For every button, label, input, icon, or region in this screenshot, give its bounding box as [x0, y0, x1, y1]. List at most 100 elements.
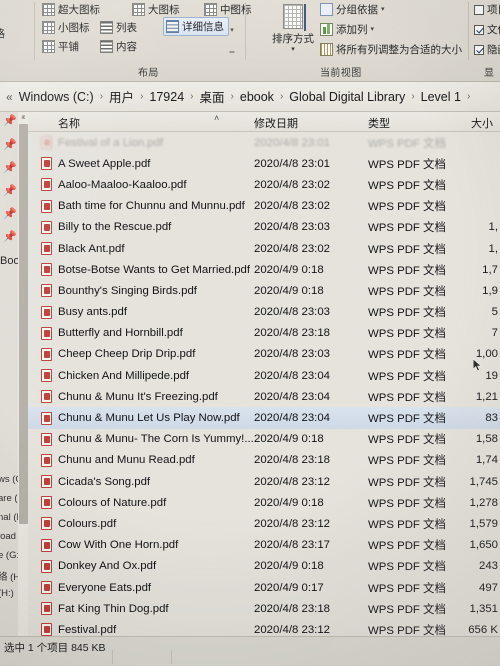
checkbox-unchecked-icon[interactable]: [474, 5, 484, 15]
chevron-up-icon[interactable]: ▴: [230, 4, 234, 11]
file-extensions-option[interactable]: 文件扩展名: [474, 22, 500, 37]
chevron-right-icon[interactable]: ›: [140, 91, 143, 102]
view-gallery-scroll[interactable]: ▴ ▾ ═: [227, 4, 237, 56]
table-row[interactable]: Butterfly and Hornbill.pdf 2020/4/8 23:18…: [28, 323, 500, 344]
view-extra-large-icons[interactable]: 超大图标: [42, 2, 100, 17]
breadcrumb-item-level-1[interactable]: Level 1: [420, 90, 462, 104]
pdf-file-icon: [41, 412, 52, 425]
expand-gallery-icon[interactable]: ═: [230, 49, 235, 56]
file-type-cell: WPS PDF 文档: [368, 283, 446, 299]
table-row[interactable]: A Sweet Apple.pdf 2020/4/8 23:01 WPS PDF 文…: [28, 153, 500, 174]
table-row[interactable]: Colours.pdf 2020/4/8 23:12 WPS PDF 文档 1,579: [28, 513, 500, 534]
add-column-button[interactable]: 添加列 ▾: [320, 22, 374, 37]
column-header-date-modified[interactable]: 修改日期: [254, 115, 298, 131]
table-row[interactable]: Festival.pdf 2020/4/8 23:12 WPS PDF 文档 656 …: [28, 619, 500, 636]
scroll-up-icon[interactable]: ⱏ: [18, 113, 28, 124]
file-name-cell: Botse-Botse Wants to Get Married.pdf: [58, 264, 250, 276]
size-all-columns-button[interactable]: 将所有列调整为合适的大小: [320, 42, 462, 57]
sidebar-item-drive-h2[interactable]: (H:): [0, 588, 14, 599]
breadcrumb-overflow-icon[interactable]: «: [6, 90, 13, 104]
view-large-icons[interactable]: 大图标: [132, 2, 180, 17]
table-row[interactable]: Festival of a Lion.pdf 2020/4/8 23:01 WPS …: [28, 132, 500, 153]
table-row[interactable]: Bath time for Chunnu and Munnu.pdf 2020/4…: [28, 196, 500, 217]
view-content[interactable]: 内容: [100, 39, 137, 54]
file-type-cell: WPS PDF 文档: [368, 389, 446, 405]
chevron-right-icon[interactable]: ›: [100, 91, 103, 102]
table-row[interactable]: Fat King Thin Dog.pdf 2020/4/8 23:18 WPS P…: [28, 598, 500, 619]
chevron-right-icon[interactable]: ›: [190, 91, 193, 102]
table-row[interactable]: Chunu and Munu Read.pdf 2020/4/8 23:18 WPS…: [28, 450, 500, 471]
table-row[interactable]: Chunu & Munu It's Freezing.pdf 2020/4/8 2…: [28, 386, 500, 407]
table-row[interactable]: Chunu & Munu Let Us Play Now.pdf 2020/4/8…: [28, 407, 500, 428]
file-list-pane[interactable]: 名称 ˄ 修改日期 类型 大小 Festival of a Lion.pdf 20…: [28, 112, 500, 636]
breadcrumb-item-users[interactable]: 用户: [108, 87, 135, 106]
file-size-cell: 1,650: [469, 539, 498, 551]
breadcrumb-item-global-digital-library[interactable]: Global Digital Library: [288, 90, 406, 104]
table-row[interactable]: Chicken And Millipede.pdf 2020/4/8 23:04 W…: [28, 365, 500, 386]
breadcrumb-item-desktop[interactable]: 桌面: [199, 87, 226, 106]
chevron-right-icon[interactable]: ›: [280, 91, 283, 102]
hidden-items-option[interactable]: 隐藏的项目: [474, 42, 500, 57]
pdf-file-icon: [41, 327, 52, 340]
column-header-name[interactable]: 名称: [58, 115, 80, 131]
chevron-down-icon[interactable]: ▾: [371, 26, 375, 33]
chevron-right-icon[interactable]: ›: [467, 91, 470, 102]
address-bar[interactable]: « Windows (C:) › 用户 › 17924 › 桌面 › ebook…: [0, 82, 500, 112]
file-type-cell: WPS PDF 文档: [368, 495, 446, 511]
large-icons-icon: [132, 3, 145, 16]
file-type-cell: WPS PDF 文档: [368, 516, 446, 532]
table-row[interactable]: Botse-Botse Wants to Get Married.pdf 2020…: [28, 259, 500, 280]
file-type-cell: WPS PDF 文档: [368, 452, 446, 468]
navigation-pane-label[interactable]: 窗格: [0, 26, 5, 41]
pin-icon[interactable]: 📌: [3, 139, 15, 151]
chevron-down-icon[interactable]: ▾: [291, 46, 295, 53]
mouse-cursor-icon: [473, 359, 482, 372]
breadcrumb[interactable]: « Windows (C:) › 用户 › 17924 › 桌面 › ebook…: [6, 87, 475, 106]
table-row[interactable]: Aaloo-Maaloo-Kaaloo.pdf 2020/4/8 23:02 WPS…: [28, 174, 500, 195]
table-row[interactable]: Billy to the Rescue.pdf 2020/4/8 23:03 WPS…: [28, 217, 500, 238]
pin-icon[interactable]: 📌: [3, 231, 15, 243]
breadcrumb-item-ebook[interactable]: ebook: [239, 90, 275, 104]
breadcrumb-item-windows-c[interactable]: Windows (C:): [18, 90, 95, 104]
scroll-down-icon[interactable]: ⱟ: [18, 624, 28, 635]
chevron-right-icon[interactable]: ›: [231, 91, 234, 102]
table-row[interactable]: Colours of Nature.pdf 2020/4/9 0:18 WPS PD…: [28, 492, 500, 513]
table-row[interactable]: Cow With One Horn.pdf 2020/4/8 23:17 WPS P…: [28, 535, 500, 556]
date-modified-cell: 2020/4/9 0:18: [254, 433, 324, 445]
date-modified-cell: 2020/4/8 23:18: [254, 603, 330, 615]
table-row[interactable]: Black Ant.pdf 2020/4/8 23:02 WPS PDF 文档 1,: [28, 238, 500, 259]
date-modified-cell: 2020/4/8 23:04: [254, 370, 330, 382]
view-tiles[interactable]: 平铺: [42, 39, 79, 54]
view-details[interactable]: 详细信息: [163, 17, 229, 36]
table-row[interactable]: Everyone Eats.pdf 2020/4/9 0:17 WPS PDF 文档…: [28, 577, 500, 598]
table-row[interactable]: Busy ants.pdf 2020/4/8 23:03 WPS PDF 文档 5: [28, 302, 500, 323]
item-checkboxes-option[interactable]: 项目复选框: [474, 2, 500, 17]
file-name-cell: Festival.pdf: [58, 624, 116, 636]
group-by-icon: [320, 3, 333, 16]
view-small-icons[interactable]: 小图标: [42, 20, 90, 35]
table-row[interactable]: Cheep Cheep Drip Drip.pdf 2020/4/8 23:03 W…: [28, 344, 500, 365]
column-header-size[interactable]: 大小: [471, 115, 493, 131]
chevron-down-icon[interactable]: ▾: [381, 6, 385, 13]
chevron-down-icon[interactable]: ▾: [230, 27, 234, 34]
table-row[interactable]: Bounthy's Singing Birds.pdf 2020/4/9 0:18…: [28, 280, 500, 301]
pin-icon[interactable]: 📌: [3, 162, 15, 174]
file-rows-container[interactable]: Festival of a Lion.pdf 2020/4/8 23:01 WPS …: [28, 132, 500, 636]
sidebar-scrollbar-thumb[interactable]: [19, 124, 28, 524]
view-list[interactable]: 列表: [100, 20, 137, 35]
table-row[interactable]: Cicada's Song.pdf 2020/4/8 23:12 WPS PDF 文…: [28, 471, 500, 492]
group-by-button[interactable]: 分组依据 ▾: [320, 2, 385, 17]
file-name-cell: Bath time for Chunnu and Munnu.pdf: [58, 200, 245, 212]
column-header-type[interactable]: 类型: [368, 115, 390, 131]
checkbox-checked-icon[interactable]: [474, 25, 484, 35]
file-size-cell: 1,9: [482, 285, 498, 297]
pin-icon[interactable]: 📌: [3, 185, 15, 197]
pin-icon[interactable]: 📌: [3, 115, 15, 127]
table-row[interactable]: Chunu & Munu- The Corn Is Yummy!.... 2020…: [28, 429, 500, 450]
chevron-right-icon[interactable]: ›: [411, 91, 414, 102]
pin-icon[interactable]: 📌: [3, 208, 15, 220]
breadcrumb-item-17924[interactable]: 17924: [148, 90, 185, 104]
column-header-row[interactable]: 名称 ˄ 修改日期 类型 大小: [28, 112, 500, 132]
table-row[interactable]: Donkey And Ox.pdf 2020/4/9 0:18 WPS PDF 文档…: [28, 556, 500, 577]
checkbox-checked-icon[interactable]: [474, 45, 484, 55]
